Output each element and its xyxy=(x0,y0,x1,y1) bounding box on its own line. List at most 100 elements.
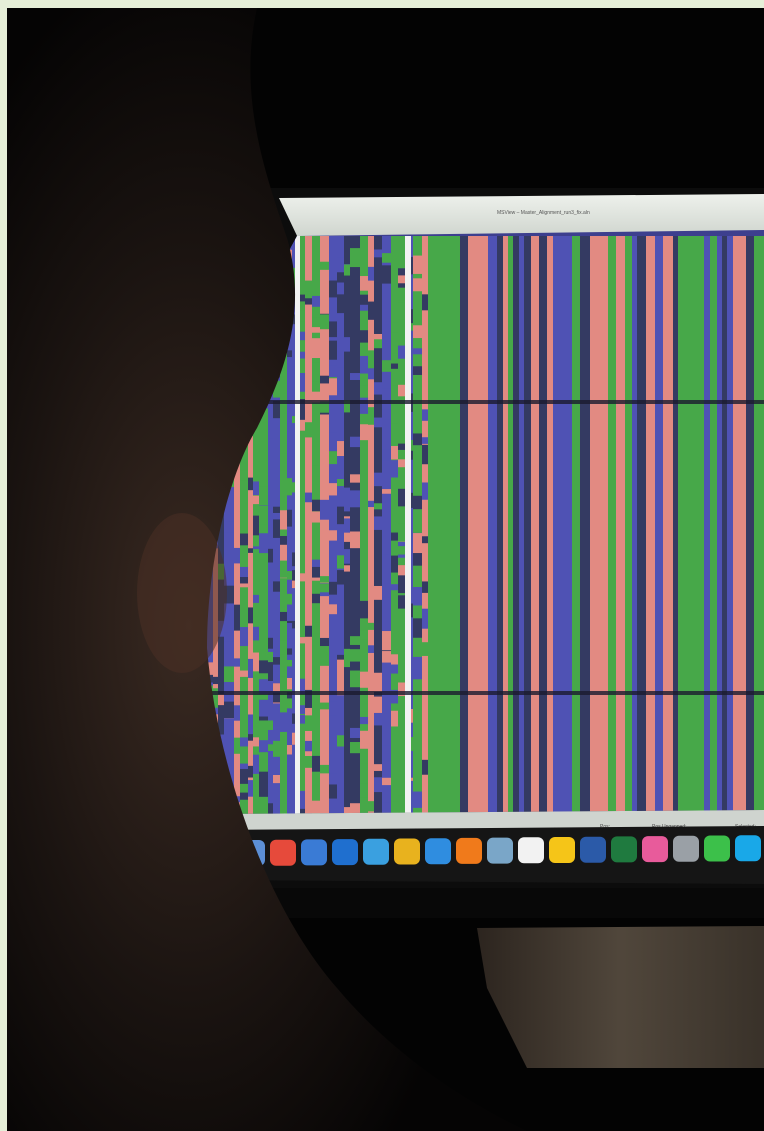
alignment-column xyxy=(488,236,497,814)
alignment-column xyxy=(460,236,468,814)
alignment-cell xyxy=(422,555,428,569)
alignment-cell xyxy=(391,555,398,573)
alignment-cell xyxy=(273,683,280,692)
alignment-cell xyxy=(253,626,259,641)
excel-icon[interactable] xyxy=(611,836,637,863)
alignment-cell xyxy=(287,571,292,580)
alignment-cell xyxy=(305,298,312,305)
alignment-column xyxy=(503,236,508,814)
alignment-cell xyxy=(374,569,382,586)
facetime-icon[interactable] xyxy=(704,835,730,862)
alignment-cell xyxy=(280,611,287,622)
alignment-cell xyxy=(329,766,337,774)
alignment-cell xyxy=(218,694,224,706)
skype-icon[interactable] xyxy=(735,835,761,862)
alignment-cell xyxy=(413,348,422,355)
alignment-cell xyxy=(368,801,374,812)
safari-icon[interactable] xyxy=(425,838,451,865)
alignment-cell xyxy=(240,670,248,677)
alignment-cell xyxy=(374,417,382,428)
alignment-cell xyxy=(368,350,374,369)
outlook-icon[interactable] xyxy=(332,839,358,866)
alignment-cell xyxy=(360,355,368,374)
alignment-cell xyxy=(329,365,337,379)
alignment-column xyxy=(637,236,646,814)
wunderlist-icon[interactable] xyxy=(549,837,575,863)
alignment-cell xyxy=(240,533,248,546)
system-preferences-icon[interactable] xyxy=(673,835,699,862)
textedit-icon[interactable] xyxy=(518,837,544,864)
itunes-icon[interactable] xyxy=(642,836,668,863)
alignment-cell xyxy=(287,604,292,621)
alignment-cell xyxy=(382,785,391,803)
alignment-cell xyxy=(360,385,368,398)
alignment-cell xyxy=(422,444,428,465)
alignment-cell xyxy=(305,422,312,438)
monitor-stand xyxy=(477,926,764,1068)
alignment-cell xyxy=(253,773,259,782)
word-icon[interactable] xyxy=(580,836,606,863)
alignment-cell xyxy=(368,407,374,425)
alignment-cell xyxy=(422,642,428,656)
alignment-cell xyxy=(344,298,350,306)
alignment-cell xyxy=(368,651,374,664)
alignment-cell xyxy=(268,803,273,814)
firefox-icon[interactable] xyxy=(456,837,482,864)
alignment-cell xyxy=(368,568,374,578)
alignment-cell xyxy=(305,755,312,768)
alignment-cell xyxy=(360,294,368,305)
alignment-cell xyxy=(344,778,350,789)
alignment-cell xyxy=(422,409,428,421)
alignment-cell xyxy=(320,375,329,384)
alignment-column xyxy=(590,236,598,814)
photos-icon[interactable] xyxy=(301,839,327,866)
alignment-cell xyxy=(248,477,253,491)
alignment-cell xyxy=(273,506,280,513)
alignment-cell xyxy=(382,449,391,461)
alignment-cell xyxy=(240,737,248,747)
alignment-cell xyxy=(382,651,391,663)
alignment-cell xyxy=(413,366,422,375)
alignment-cell xyxy=(320,646,329,666)
alignment-cell xyxy=(329,785,337,799)
preview-icon[interactable] xyxy=(487,837,513,864)
alignment-cell xyxy=(224,521,234,533)
alignment-cell xyxy=(344,648,350,668)
alignment-cell xyxy=(305,478,312,488)
alignment-cell xyxy=(287,350,292,358)
alignment-cell xyxy=(329,432,337,439)
alignment-column xyxy=(382,236,391,814)
alignment-cell xyxy=(337,506,344,525)
alignment-cell xyxy=(273,775,280,784)
alignment-column xyxy=(305,236,312,814)
alignment-cell xyxy=(368,589,374,604)
alignment-cell xyxy=(382,554,391,567)
calendar-icon[interactable] xyxy=(270,839,296,866)
alignment-cell xyxy=(422,664,428,675)
alignment-cell xyxy=(312,499,320,512)
messages-icon[interactable] xyxy=(363,838,389,865)
chrome-icon[interactable] xyxy=(394,838,420,865)
alignment-cell xyxy=(368,500,374,508)
alignment-cell xyxy=(413,587,422,606)
alignment-cell xyxy=(287,659,292,667)
alignment-cell xyxy=(268,508,273,520)
window-title: MSView – Master_Alignment_run3_fix.aln xyxy=(497,210,590,216)
alignment-cell xyxy=(350,490,360,508)
alignment-cell xyxy=(305,771,312,778)
alignment-column xyxy=(481,236,488,814)
alignment-cell xyxy=(273,657,280,665)
alignment-column xyxy=(733,236,739,814)
alignment-separator xyxy=(295,236,300,814)
alignment-column xyxy=(710,236,717,814)
alignment-column xyxy=(468,236,473,814)
alignment-cell xyxy=(240,566,248,578)
alignment-cell xyxy=(374,777,382,793)
alignment-cell xyxy=(240,470,248,481)
alignment-column xyxy=(608,236,616,814)
alignment-cell xyxy=(382,631,391,651)
alignment-cell xyxy=(280,712,287,732)
alignment-cell xyxy=(253,515,259,536)
alignment-cell xyxy=(248,765,253,778)
alignment-cell xyxy=(374,516,382,530)
